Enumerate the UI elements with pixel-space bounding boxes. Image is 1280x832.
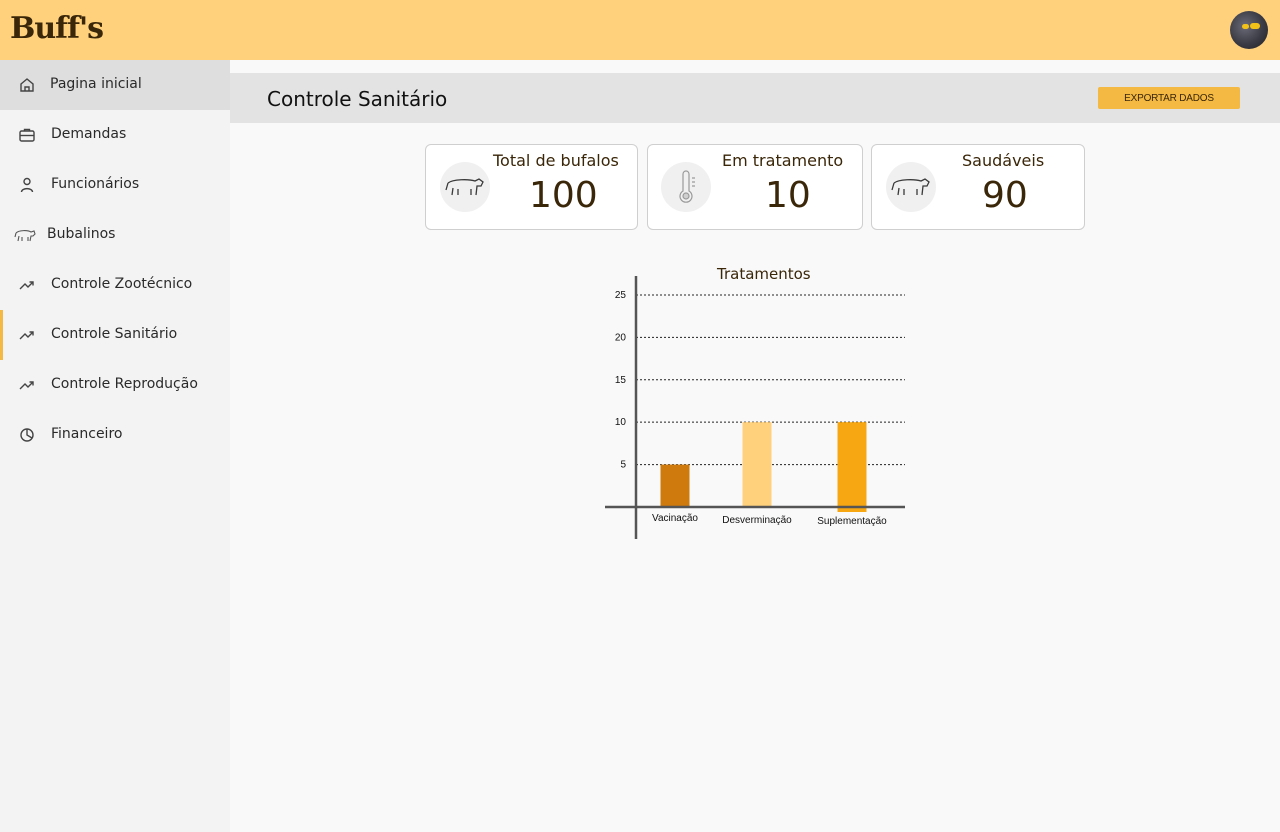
x-tick-label: Suplementação — [817, 516, 887, 527]
sidebar-item-pagina-inicial[interactable]: Pagina inicial — [0, 60, 230, 110]
y-tick-label: 25 — [615, 290, 627, 301]
sidebar-item-label: Bubalinos — [47, 226, 116, 242]
avatar-eye-right — [1250, 23, 1260, 29]
card-value: 10 — [765, 175, 811, 216]
sidebar-item-label: Financeiro — [51, 426, 123, 442]
y-tick-label: 15 — [615, 375, 627, 386]
bar-1 — [742, 422, 772, 507]
treatments-chart: 5 10 15 20 25 Vacinação Desverminação Suplement… — [605, 276, 905, 539]
trend-up-icon — [17, 376, 37, 394]
bar-0 — [660, 464, 690, 507]
trend-up-icon — [17, 276, 37, 294]
stat-card-total: Total de bufalos 100 — [425, 144, 638, 230]
sidebar-item-label: Controle Sanitário — [51, 326, 178, 342]
user-icon — [17, 176, 37, 194]
pie-chart-icon — [17, 426, 37, 444]
sidebar-item-controle-reproducao[interactable]: Controle Reprodução — [0, 360, 230, 410]
export-data-button[interactable]: EXPORTAR DADOS — [1098, 87, 1240, 109]
sidebar-item-label: Demandas — [51, 126, 127, 142]
sidebar-item-funcionarios[interactable]: Funcionários — [0, 160, 230, 210]
page-title: Controle Sanitário — [267, 87, 448, 111]
buffalo-icon — [886, 162, 936, 212]
trend-up-icon — [17, 326, 37, 344]
sidebar-item-demandas[interactable]: Demandas — [0, 110, 230, 160]
briefcase-icon — [17, 126, 37, 144]
y-tick-label: 10 — [615, 417, 627, 428]
card-title: Em tratamento — [722, 151, 844, 170]
sidebar-item-label: Pagina inicial — [50, 76, 142, 92]
stat-card-treatment: Em tratamento 10 — [647, 144, 863, 230]
top-bar: Buff's — [0, 0, 1280, 60]
sidebar-item-label: Controle Reprodução — [51, 376, 198, 392]
sidebar-item-label: Funcionários — [51, 176, 140, 192]
sidebar: Pagina inicial Demandas Funcionários Bub… — [0, 60, 230, 832]
card-title: Saudáveis — [962, 151, 1045, 170]
sidebar-item-label: Controle Zootécnico — [51, 276, 193, 292]
sidebar-item-financeiro[interactable]: Financeiro — [0, 410, 230, 460]
stat-card-healthy: Saudáveis 90 — [871, 144, 1085, 230]
user-avatar[interactable] — [1230, 11, 1268, 49]
thermometer-icon — [661, 162, 711, 212]
sidebar-item-controle-sanitario[interactable]: Controle Sanitário — [0, 310, 230, 360]
sidebar-item-bubalinos[interactable]: Bubalinos — [0, 210, 230, 260]
y-tick-label: 20 — [615, 332, 627, 343]
y-tick-label: 5 — [620, 460, 626, 471]
card-value: 90 — [982, 175, 1028, 216]
sidebar-item-controle-zootecnico[interactable]: Controle Zootécnico — [0, 260, 230, 310]
x-tick-label: Desverminação — [722, 515, 792, 526]
buffalo-icon — [440, 162, 490, 212]
x-tick-label: Vacinação — [652, 513, 698, 524]
card-title: Total de bufalos — [493, 151, 619, 170]
bar-2 — [837, 422, 867, 512]
home-icon — [17, 76, 37, 94]
card-value: 100 — [529, 175, 598, 216]
buffalo-icon — [13, 226, 37, 244]
app-logo[interactable]: Buff's — [10, 11, 104, 46]
avatar-eye-left — [1242, 24, 1249, 29]
page-header: Controle Sanitário EXPORTAR DADOS — [230, 73, 1280, 123]
